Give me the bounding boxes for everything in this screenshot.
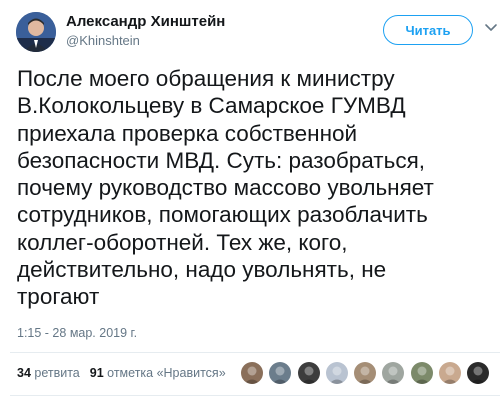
follow-button[interactable]: Читать (383, 15, 473, 45)
tweet-header: Александр Хинштейн @Khinshtein Читать (0, 0, 504, 64)
tweet-text-line: В.Колокольцеву в Самарское ГУМВД (17, 93, 406, 119)
tweet-text-line: действительно, надо увольнять, не (17, 257, 387, 283)
liker-avatar[interactable] (268, 361, 293, 385)
liker-avatar[interactable] (296, 361, 321, 385)
tweet-text-line: сотрудников, помогающих разоблачить (17, 202, 428, 228)
tweet-text-line: безопасности МВД. Суть: разобраться, (17, 147, 425, 173)
tweet-text-line: почему руководство массово увольняет (17, 175, 434, 201)
retweets-count[interactable]: 34 (17, 366, 31, 380)
divider (10, 395, 500, 396)
likes-label[interactable]: отметка «Нравится» (107, 366, 226, 380)
tweet-text: После моего обращения к министру В.Колок… (17, 65, 497, 311)
chevron-down-icon[interactable] (484, 20, 498, 34)
tweet-timestamp[interactable]: 1:15 - 28 мар. 2019 г. (17, 326, 137, 340)
liker-avatar[interactable] (353, 361, 378, 385)
liker-avatar[interactable] (409, 361, 434, 385)
liker-avatar[interactable] (381, 361, 406, 385)
tweet-stats: 34 ретвита 91 отметка «Нравится» (17, 366, 226, 380)
liker-avatar[interactable] (240, 361, 264, 385)
author-name[interactable]: Александр Хинштейн (66, 13, 225, 30)
tweet-text-line: После моего обращения к министру (17, 66, 395, 91)
liker-avatar[interactable] (466, 361, 491, 385)
tweet-text-line: коллег-оборотней. Тех же, кого, (17, 229, 348, 255)
liker-avatar[interactable] (438, 361, 463, 385)
liker-avatar[interactable] (324, 361, 349, 385)
likers-avatars (240, 361, 495, 385)
author-avatar[interactable] (16, 12, 56, 52)
author-handle[interactable]: @Khinshtein (66, 33, 140, 48)
tweet-text-line: приехала проверка собственной (17, 120, 358, 146)
retweets-label[interactable]: ретвита (34, 366, 79, 380)
divider (10, 352, 500, 353)
tweet-text-line: трогают (17, 284, 100, 310)
likes-count[interactable]: 91 (90, 366, 104, 380)
